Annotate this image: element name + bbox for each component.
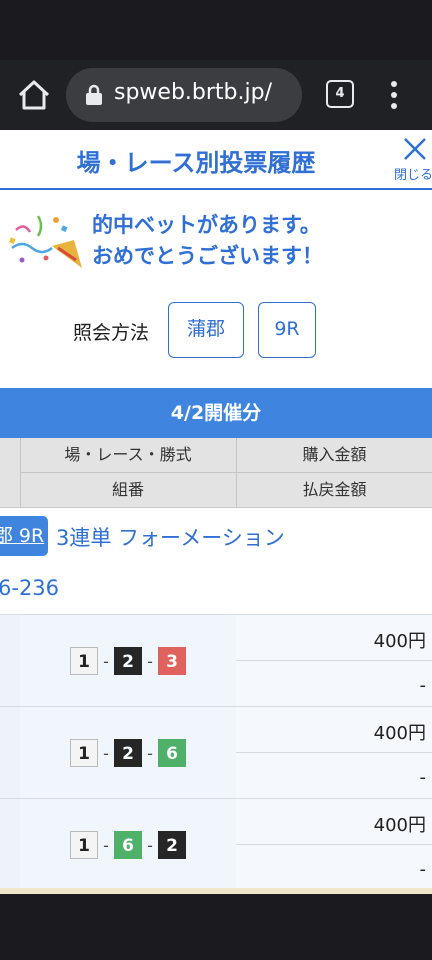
purchase-amount: 400円 [373,815,426,836]
table-header: 場・レース・勝式 購入金額 組番 払戻金額 [0,438,432,508]
payout-amount-cell: - [236,753,432,798]
home-icon[interactable] [14,75,54,115]
query-method-label: 照会方法 [73,322,150,344]
race-button[interactable]: 9R [258,302,316,358]
purchase-amount-cell: 400円 [236,615,432,661]
win-message: 的中ベットがあります。 おめでとうございます！ [92,210,323,272]
win-message-line1: 的中ベットがあります。 [92,213,321,237]
tab-switcher-button[interactable]: 4 [326,80,354,108]
boat-number-6: 6 [158,739,186,767]
payout-amount-cell: - [236,845,432,890]
combination: 1-2-6 [70,739,186,767]
venue-button[interactable]: 蒲郡 [168,302,244,358]
header-venue-race-type: 場・レース・勝式 [64,445,192,464]
combo-separator: - [103,651,109,671]
header-payout-amount: 払戻金額 [302,480,367,499]
date-band: 4/2開催分 [0,388,432,438]
row-left-cell [0,799,21,890]
purchase-amount: 400円 [373,723,426,744]
page-title: 場・レース別投票履歴 [76,149,316,177]
purchase-amount: 400円 [373,631,426,652]
combination: 1-2-3 [70,647,186,675]
system-nav-bar [0,894,432,960]
url-bar[interactable]: spweb.brtb.jp/ [66,68,302,122]
combo-separator: - [147,651,153,671]
payout-amount: - [419,767,427,788]
boat-number-1: 1 [70,831,98,859]
boat-number-1: 1 [70,647,98,675]
combo-separator: - [103,835,109,855]
boat-number-2: 2 [158,831,186,859]
close-icon[interactable] [402,136,428,162]
query-method: 照会方法 蒲郡 9R [0,300,432,362]
table-row: 1-2-6 400円 - [0,706,432,798]
combo-separator: - [147,743,153,763]
close-button-label[interactable]: 閉じる [394,164,432,183]
purchase-amount-cell: 400円 [236,707,432,753]
combination: 1-6-2 [70,831,186,859]
header-combination: 組番 [111,480,144,499]
lock-icon [86,84,102,105]
browser-toolbar: spweb.brtb.jp/ 4 [0,60,432,130]
bet-type: 3連単 フォーメーション [56,526,285,550]
page-header: 場・レース別投票履歴 閉じる [0,130,432,190]
more-menu-icon[interactable] [384,78,404,112]
row-left-cell [0,707,21,798]
page-content: 場・レース別投票履歴 閉じる 的中ベットがあります。 おめでとうございます！ 照… [0,130,432,894]
combination-cell: 1-2-6 [20,707,237,798]
win-notice: 的中ベットがあります。 おめでとうございます！ [0,192,432,292]
header-purchase-amount: 購入金額 [302,445,367,464]
boat-number-1: 1 [70,739,98,767]
race-info: 郡 9R 3連単 フォーメーション 6-236 [0,508,432,614]
row-left-cell [0,615,21,706]
payout-amount: - [419,859,427,880]
boat-number-2: 2 [114,739,142,767]
party-popper-icon [9,215,82,268]
combo-separator: - [147,835,153,855]
payout-amount: - [419,675,427,696]
payout-amount-cell: - [236,661,432,706]
boat-number-3: 3 [158,647,186,675]
table-row: 1-2-3 400円 - [0,614,432,706]
combo-separator: - [103,743,109,763]
race-link[interactable]: 郡 9R [0,516,48,556]
boat-number-6: 6 [114,831,142,859]
url-text: spweb.brtb.jp/ [114,80,272,105]
combination-summary: 6-236 [0,576,60,600]
win-message-line2: おめでとうございます！ [92,244,323,268]
status-bar [0,0,432,60]
table-row: 1-6-2 400円 - [0,798,432,890]
combination-cell: 1-2-3 [20,615,237,706]
purchase-amount-cell: 400円 [236,799,432,845]
combination-cell: 1-6-2 [20,799,237,890]
boat-number-2: 2 [114,647,142,675]
